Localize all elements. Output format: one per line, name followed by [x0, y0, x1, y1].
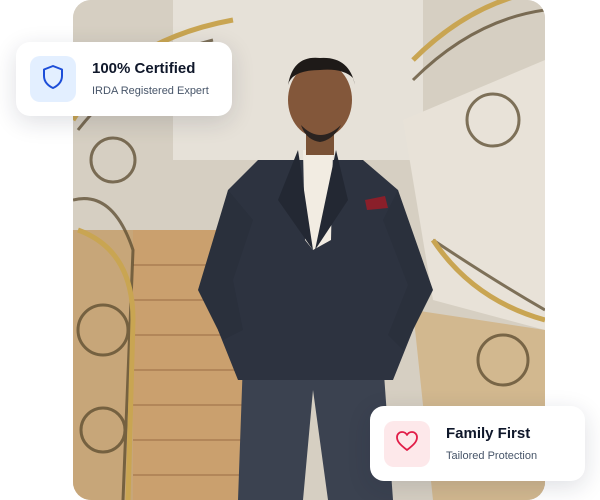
- family-icon-container: [384, 420, 430, 467]
- family-badge-card: Family First Tailored Protection: [370, 406, 585, 481]
- certified-badge-card: 100% Certified IRDA Registered Expert: [16, 42, 232, 116]
- certified-subtitle: IRDA Registered Expert: [92, 85, 209, 97]
- certified-title: 100% Certified: [92, 60, 196, 77]
- family-subtitle: Tailored Protection: [446, 449, 538, 462]
- family-title: Family First: [446, 424, 531, 442]
- heart-icon: [395, 430, 419, 457]
- certified-icon-container: [30, 56, 76, 102]
- shield-icon: [41, 64, 65, 95]
